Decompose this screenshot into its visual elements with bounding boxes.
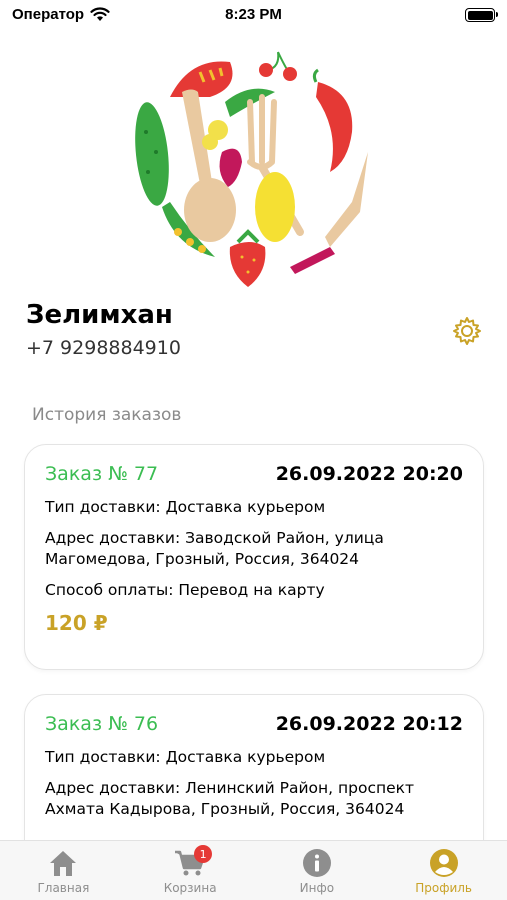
order-payment: Способ оплаты: Перевод на карту bbox=[45, 581, 325, 599]
orders-history-title: История заказов bbox=[32, 405, 182, 425]
tab-bar: Главная 1 Корзина Инфо Профиль bbox=[0, 840, 507, 900]
tab-home[interactable]: Главная bbox=[0, 841, 127, 900]
profile-phone: +7 9298884910 bbox=[26, 337, 181, 359]
tab-home-label: Главная bbox=[37, 881, 90, 895]
order-date: 26.09.2022 20:20 bbox=[275, 463, 463, 485]
cart-badge: 1 bbox=[194, 845, 213, 863]
status-time: 8:23 PM bbox=[225, 6, 282, 23]
order-price: 120 ₽ bbox=[45, 611, 108, 635]
profile-icon bbox=[429, 849, 458, 877]
order-address: Адрес доставки: Ленинский Район, проспек… bbox=[45, 779, 415, 818]
profile-name: Зелимхан bbox=[26, 300, 173, 330]
order-number: Заказ № 77 bbox=[45, 463, 159, 485]
status-bar: Оператор 8:23 PM bbox=[0, 0, 507, 30]
order-card[interactable]: Заказ № 77 26.09.2022 20:20 Тип доставки… bbox=[24, 444, 484, 670]
order-number: Заказ № 76 bbox=[45, 713, 159, 735]
tab-info[interactable]: Инфо bbox=[254, 841, 381, 900]
tab-info-label: Инфо bbox=[299, 881, 335, 895]
order-date: 26.09.2022 20:12 bbox=[275, 713, 463, 735]
order-delivery-type: Тип доставки: Доставка курьером bbox=[45, 748, 326, 766]
settings-button[interactable] bbox=[450, 314, 484, 348]
gear-icon bbox=[453, 317, 481, 345]
info-icon bbox=[302, 849, 331, 877]
tab-profile[interactable]: Профиль bbox=[380, 841, 507, 900]
tab-cart[interactable]: 1 Корзина bbox=[127, 841, 254, 900]
home-icon bbox=[50, 851, 77, 876]
battery-icon bbox=[465, 8, 498, 22]
food-illustration bbox=[135, 51, 368, 287]
tab-cart-label: Корзина bbox=[163, 881, 217, 895]
order-address: Адрес доставки: Заводской Район, улица М… bbox=[45, 529, 384, 568]
order-delivery-type: Тип доставки: Доставка курьером bbox=[45, 498, 326, 516]
tab-profile-label: Профиль bbox=[415, 881, 473, 895]
